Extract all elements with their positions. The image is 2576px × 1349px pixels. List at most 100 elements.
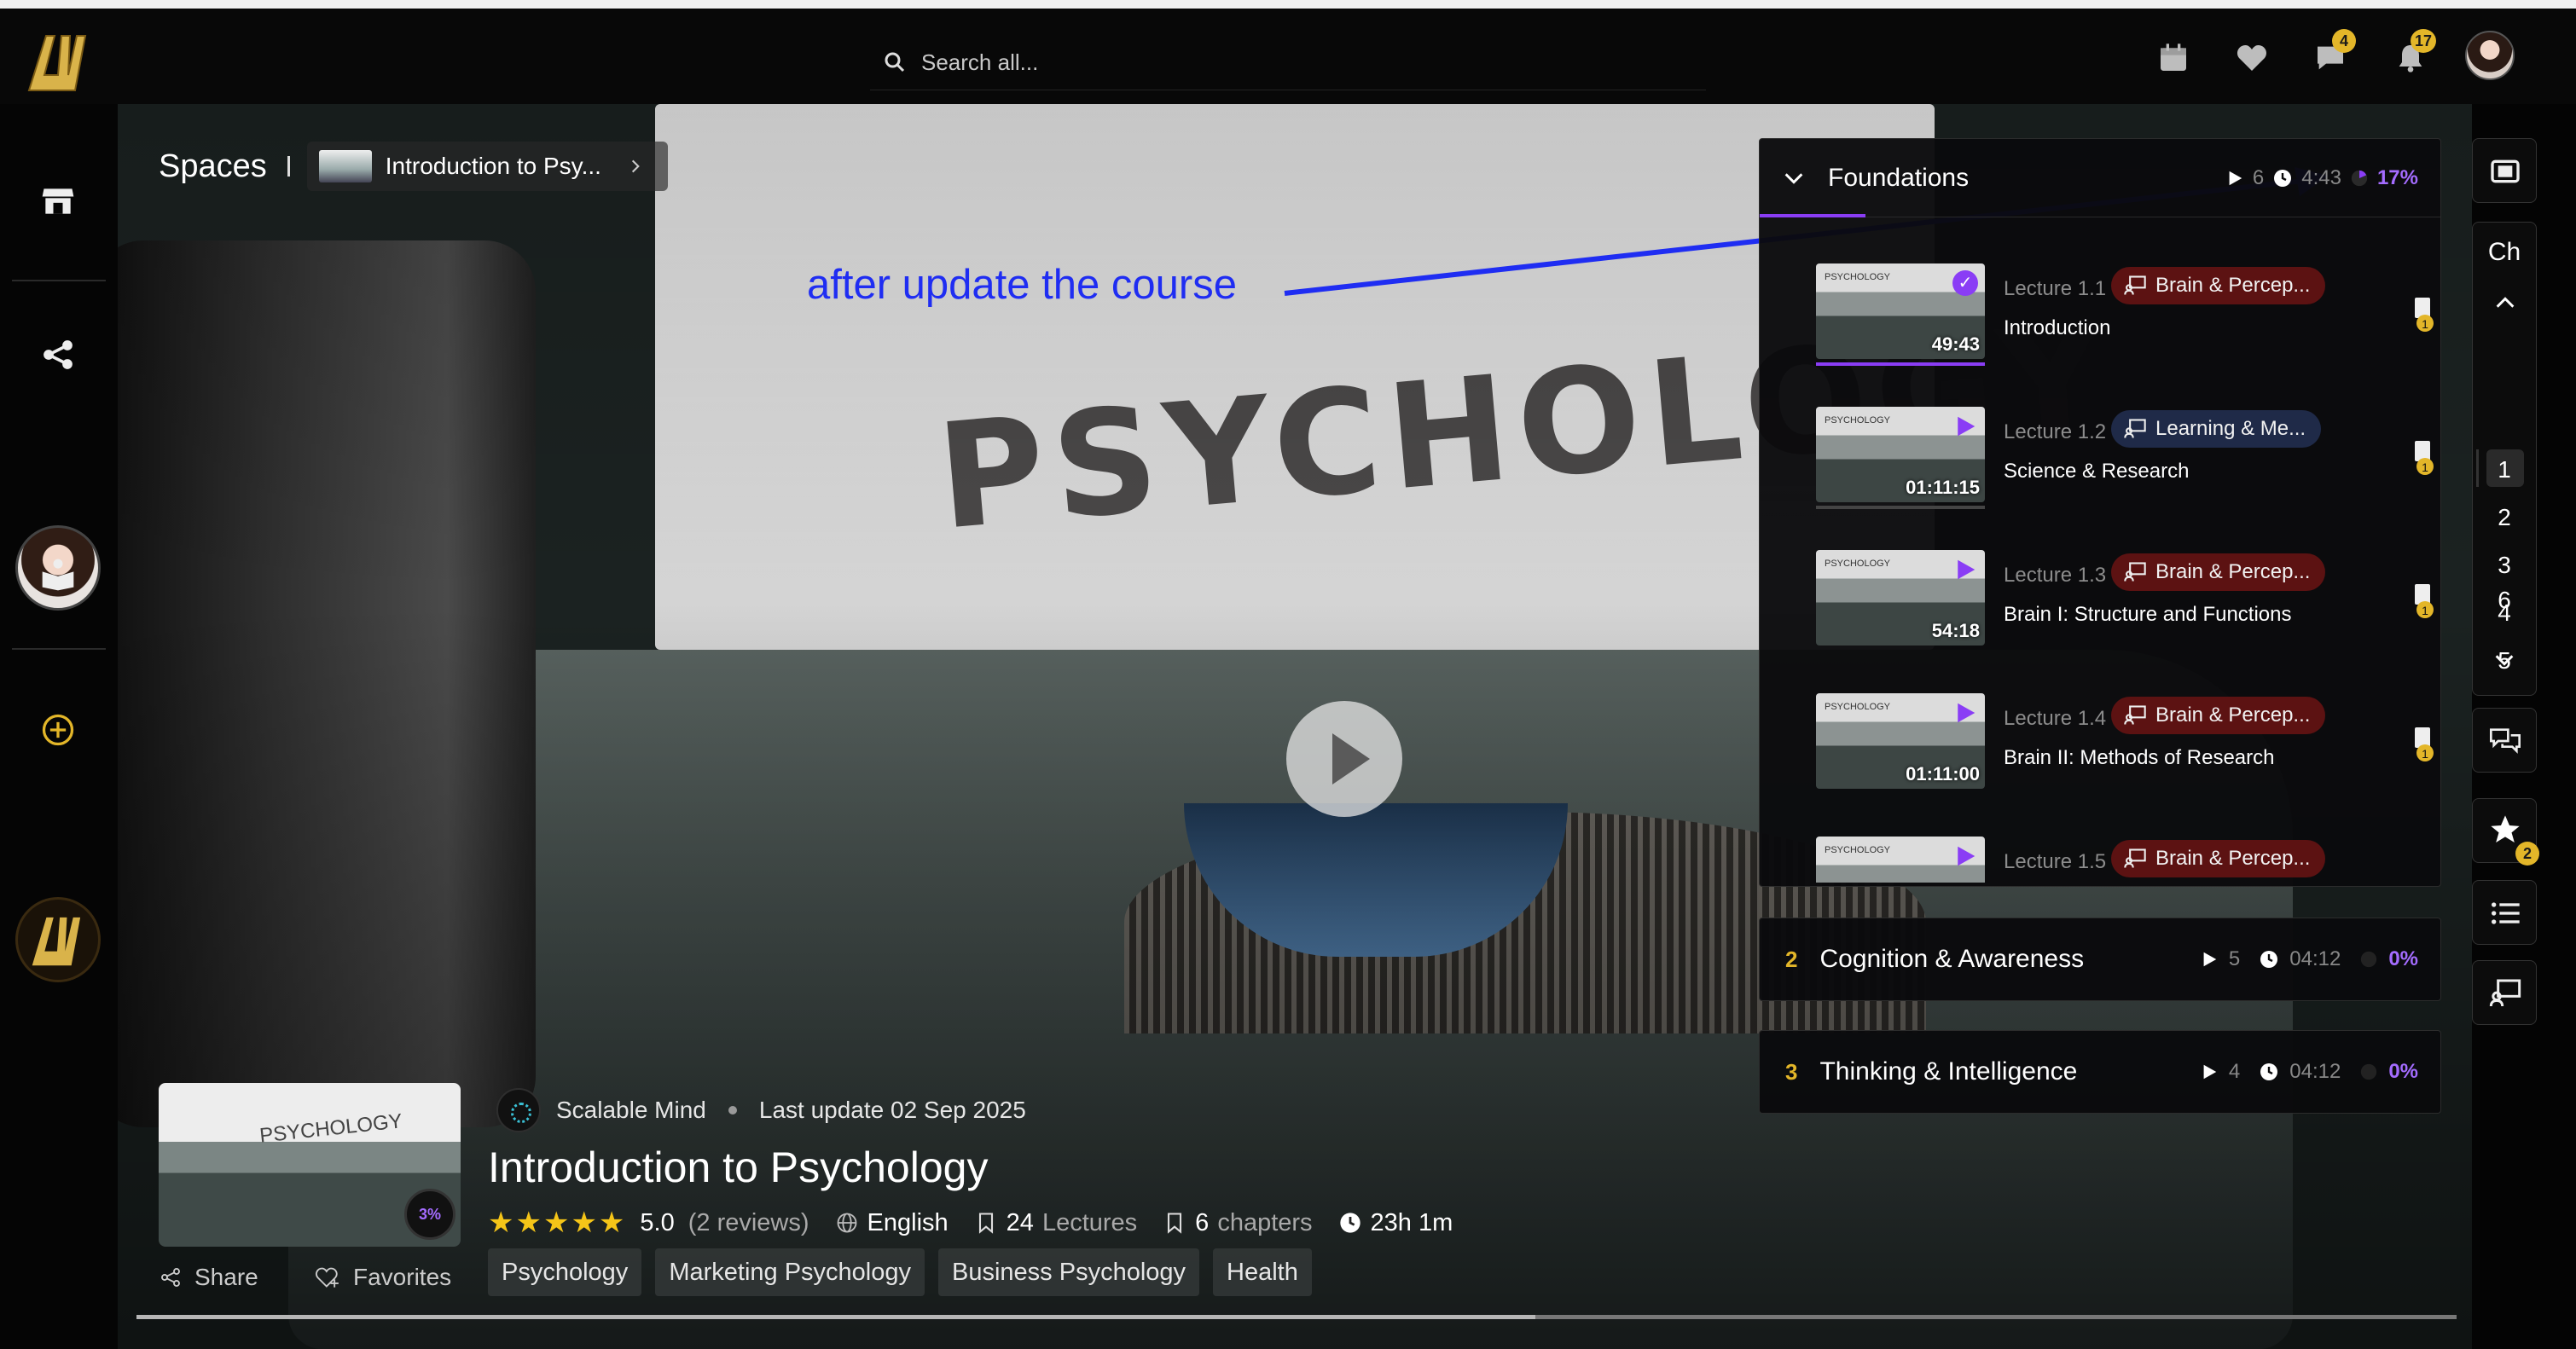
chapter-lecture-count: 4	[2228, 1060, 2241, 1083]
language: English	[835, 1209, 949, 1237]
teacher-board-icon	[2124, 705, 2146, 725]
lecture-list-button[interactable]	[2472, 880, 2537, 945]
chapter-nav-item[interactable]: 1	[2473, 456, 2536, 483]
thumbnail-label: PSYCHOLOGY	[1825, 702, 1891, 712]
lecture-number: Lecture 1.3	[2004, 564, 2107, 587]
share-label: Share	[194, 1264, 258, 1290]
book-reader-icon[interactable]	[39, 556, 77, 593]
chapter-duration: 04:12	[2289, 1060, 2341, 1083]
search-bar[interactable]: Search all...	[870, 39, 1706, 90]
chapter-title: Foundations	[1828, 164, 1970, 192]
lectures-label: Lectures	[1041, 1208, 1138, 1236]
lecture-topic-tag[interactable]: Brain & Percep...	[2111, 697, 2326, 734]
breadcrumb-course-thumbnail	[318, 150, 372, 182]
lecture-topic-tag[interactable]: Brain & Percep...	[2111, 553, 2326, 591]
brand-logo[interactable]	[20, 24, 97, 101]
chevron-down-icon[interactable]	[2492, 648, 2516, 672]
thumbnail-label: PSYCHOLOGY	[258, 1109, 403, 1148]
course-tag[interactable]: Health	[1213, 1248, 1312, 1296]
lecture-title: Brain II: Methods of Research	[2004, 746, 2275, 769]
thumbnail-label: PSYCHOLOGY	[1825, 415, 1891, 426]
course-thumbnail[interactable]: PSYCHOLOGY 3%	[159, 1083, 461, 1247]
video-play-button[interactable]	[1286, 701, 1402, 817]
play-icon	[1958, 559, 1976, 580]
chevron-up-icon[interactable]	[2493, 291, 2517, 315]
heart-icon[interactable]	[2235, 41, 2269, 75]
chapter-nav-item[interactable]: 6	[2472, 587, 2537, 614]
chapter-row[interactable]: 2 Cognition & Awareness 5 04:12 0%	[1759, 918, 2441, 1001]
reviews-count[interactable]: (2 reviews)	[688, 1209, 809, 1237]
share-button[interactable]: Share	[159, 1264, 258, 1291]
search-input[interactable]: Search all...	[921, 49, 1038, 76]
breadcrumb-course[interactable]: Introduction to Psy...	[306, 142, 668, 191]
resource-file-icon[interactable]: 1	[2411, 296, 2437, 335]
language-label: English	[867, 1208, 949, 1236]
discussions-button[interactable]	[2472, 708, 2537, 773]
course-duration: 23h 1m	[1338, 1209, 1453, 1237]
breadcrumb: Spaces Introduction to Psy...	[159, 142, 668, 191]
course-tag[interactable]: Marketing Psychology	[655, 1248, 925, 1296]
resource-count: 1	[2422, 460, 2428, 474]
completed-check-icon: ✓	[1952, 270, 1978, 296]
favorites-button[interactable]: 2	[2472, 798, 2539, 866]
lecture-duration: 01:11:15	[1906, 477, 1980, 498]
teacher-board-icon	[2124, 848, 2146, 868]
course-tags: Psychology Marketing Psychology Business…	[488, 1248, 1312, 1296]
lecture-duration: 54:18	[1931, 620, 1980, 641]
chapter-row[interactable]: 3 Thinking & Intelligence 4 04:12 0%	[1759, 1030, 2441, 1114]
calendar-icon[interactable]	[2156, 41, 2190, 75]
lecture-topic-tag[interactable]: Learning & Me...	[2111, 410, 2322, 448]
course-instructor: Scalable Mind Last update 02 Sep 2025	[496, 1088, 1026, 1132]
progress-pie-icon	[2361, 951, 2377, 968]
topics-button[interactable]	[2472, 960, 2537, 1025]
breadcrumb-spaces[interactable]: Spaces	[159, 148, 267, 185]
chapter-nav-item[interactable]: 3	[2473, 552, 2536, 579]
play-icon	[2203, 1064, 2217, 1080]
clock-icon	[1339, 1213, 1361, 1233]
chat-bubbles-icon	[2490, 728, 2521, 754]
course-tag[interactable]: Business Psychology	[938, 1248, 1200, 1296]
lecture-topic-tag[interactable]: Brain & Percep...	[2111, 840, 2326, 877]
resource-file-icon[interactable]: 1	[2411, 726, 2437, 765]
lecture-item[interactable]: PSYCHOLOGY 01:11:00 Lecture 1.4 Brain & …	[1816, 688, 2434, 799]
share-nodes-icon[interactable]	[39, 336, 77, 373]
lecture-topic-label: Brain & Percep...	[2155, 703, 2311, 727]
resource-file-icon[interactable]: 1	[2411, 439, 2437, 478]
meta-separator	[728, 1106, 737, 1115]
media-gallery-button[interactable]	[2472, 138, 2537, 203]
resource-file-icon[interactable]: 1	[2411, 582, 2437, 622]
lecture-item[interactable]: PSYCHOLOGY Lecture 1.5 Brain & Percep...	[1816, 831, 2413, 883]
user-avatar[interactable]	[2465, 31, 2515, 80]
chapters-number: 6	[1195, 1208, 1210, 1236]
instructor-avatar[interactable]	[496, 1088, 541, 1132]
progress-pie-icon	[2361, 1063, 2377, 1080]
lecture-item[interactable]: PSYCHOLOGY 01:11:15 Lecture 1.2 Learning…	[1816, 402, 2434, 512]
course-playlist-panel: Foundations 6 4:43 17% PSYCHOLOGY ✓ 49:4…	[1759, 138, 2441, 887]
chapter-nav-item[interactable]: 2	[2473, 504, 2536, 531]
resource-count: 1	[2422, 747, 2428, 761]
lecture-topic-label: Brain & Percep...	[2155, 847, 2311, 870]
lecture-topic-label: Brain & Percep...	[2155, 274, 2311, 297]
store-icon[interactable]	[39, 182, 77, 220]
lecture-topic-tag[interactable]: Brain & Percep...	[2111, 267, 2326, 304]
lecture-topic-label: Brain & Percep...	[2155, 560, 2311, 583]
sidebar-space-logo[interactable]	[15, 897, 101, 982]
add-circle-icon[interactable]	[39, 711, 77, 749]
chapters-label: chapters	[1217, 1208, 1313, 1236]
resource-count: 1	[2422, 604, 2428, 617]
chevron-down-icon[interactable]	[1782, 166, 1806, 190]
teacher-board-icon	[2124, 275, 2146, 295]
lecture-item[interactable]: PSYCHOLOGY 54:18 Lecture 1.3 Brain & Per…	[1816, 545, 2434, 656]
lecture-item[interactable]: PSYCHOLOGY ✓ 49:43 Lecture 1.1 Brain & P…	[1816, 258, 2434, 369]
video-scrubber[interactable]	[136, 1315, 2457, 1319]
instructor-name[interactable]: Scalable Mind	[556, 1097, 706, 1124]
favorites-toggle[interactable]: Favorites	[314, 1264, 451, 1291]
play-icon	[1958, 416, 1976, 437]
breadcrumb-separator	[287, 156, 290, 177]
rating-value: 5.0	[640, 1208, 675, 1236]
lecture-number: Lecture 1.2	[2004, 420, 2107, 443]
chapter-header-foundations[interactable]: Foundations 6 4:43 17%	[1760, 139, 2440, 217]
lecture-title: Science & Research	[2004, 460, 2190, 483]
clock-icon	[2274, 170, 2292, 187]
course-tag[interactable]: Psychology	[488, 1248, 642, 1296]
